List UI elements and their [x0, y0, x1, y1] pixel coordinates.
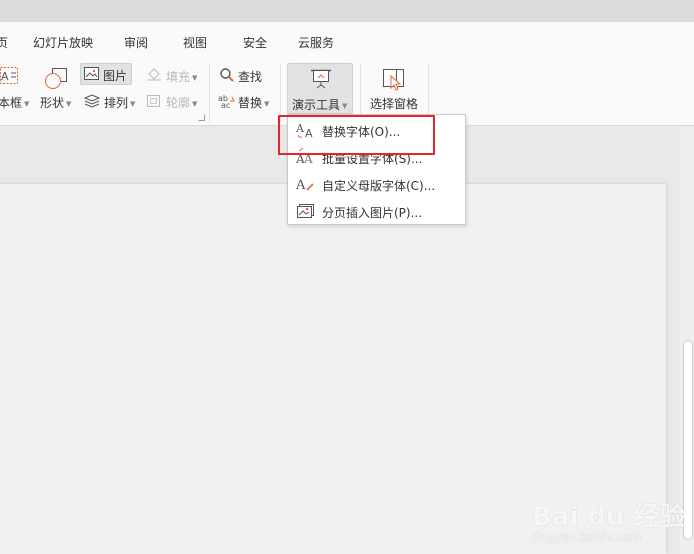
fill-bucket-icon: [147, 68, 161, 81]
chevron-down-icon: ▼: [192, 73, 198, 82]
group-launcher-icon[interactable]: [198, 114, 205, 121]
tab-cloud-service[interactable]: 云服务: [298, 34, 334, 51]
tab-partial[interactable]: 页: [0, 34, 8, 51]
ribbon-separator: [209, 64, 210, 122]
chevron-down-icon: ▼: [66, 99, 72, 108]
shape-icon: [45, 68, 67, 89]
textbox-icon: A: [0, 67, 18, 84]
svg-text:A: A: [296, 178, 306, 193]
chevron-down-icon: ▼: [130, 99, 136, 108]
replace-icon: ab ac: [218, 94, 235, 109]
presentation-tools-button[interactable]: 演示工具 ▼: [287, 63, 353, 114]
ribbon-separator: [280, 64, 281, 122]
watermark-url: jingyan.baidu.com: [532, 530, 643, 544]
insert-picture-pages-icon: [297, 204, 314, 218]
custom-master-font-icon: A: [296, 178, 314, 193]
image-icon: [84, 67, 99, 80]
find-label: 查找: [238, 70, 263, 84]
arrange-label: 排列: [104, 96, 129, 110]
presentation-board-icon: [311, 69, 331, 89]
menu-bar: 页 幻灯片放映 审阅 视图 安全 云服务: [0, 22, 694, 60]
fill-label: 填充: [166, 70, 191, 84]
tab-security[interactable]: 安全: [243, 34, 267, 51]
image-label: 图片: [103, 69, 128, 83]
image-button[interactable]: 图片: [80, 63, 132, 85]
presentation-tools-label: 演示工具: [292, 98, 341, 112]
selection-pane-icon: [383, 69, 404, 91]
textbox-label: 本框: [0, 96, 23, 110]
selection-pane-label: 选择窗格: [370, 97, 419, 111]
tab-slideshow[interactable]: 幻灯片放映: [33, 34, 93, 51]
shape-label: 形状: [40, 96, 65, 110]
chevron-down-icon: ▼: [264, 99, 270, 108]
menu-item-custom-master-font[interactable]: A 自定义母版字体(C)...: [288, 171, 465, 197]
tab-view[interactable]: 视图: [183, 34, 207, 51]
tab-review[interactable]: 审阅: [124, 34, 148, 51]
menu-item-insert-pictures[interactable]: 分页插入图片(P)...: [288, 198, 465, 224]
chevron-down-icon: ▼: [342, 101, 348, 110]
highlight-annotation-box: [278, 115, 435, 155]
watermark-logo: Bai du 经验: [532, 502, 686, 532]
outline-label: 轮廓: [166, 96, 191, 110]
svg-text:A: A: [1, 70, 9, 83]
title-bar: [0, 0, 694, 22]
svg-text:ac: ac: [221, 101, 230, 109]
arrange-layers-icon: [84, 94, 100, 108]
replace-label: 替换: [238, 96, 263, 110]
chevron-down-icon: ▼: [24, 99, 30, 108]
menu-item-label: 自定义母版字体(C)...: [322, 179, 436, 193]
menu-item-label: 分页插入图片(P)...: [322, 206, 423, 220]
search-icon: [220, 68, 234, 82]
outline-icon: [147, 95, 160, 107]
chevron-down-icon: ▼: [192, 99, 198, 108]
